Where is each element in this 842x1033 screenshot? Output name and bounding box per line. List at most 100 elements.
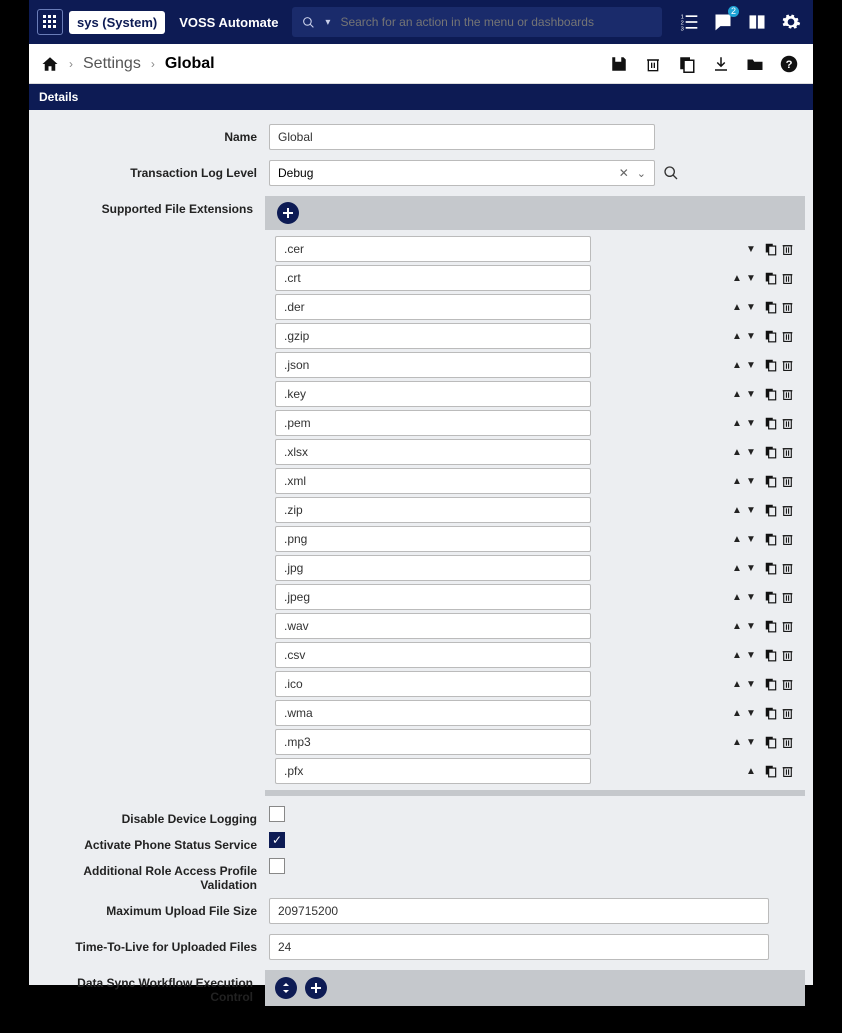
delete-icon[interactable]	[780, 677, 795, 692]
extension-input[interactable]	[275, 323, 591, 349]
copy-icon[interactable]	[763, 590, 778, 605]
move-up-icon[interactable]: ▲	[745, 766, 757, 777]
copy-icon[interactable]	[763, 532, 778, 547]
input-ttl[interactable]	[269, 934, 769, 960]
move-down-icon[interactable]: ▼	[745, 650, 757, 661]
move-up-icon[interactable]: ▲	[731, 389, 743, 400]
move-up-icon[interactable]: ▲	[731, 360, 743, 371]
delete-icon[interactable]	[780, 300, 795, 315]
delete-icon[interactable]	[780, 764, 795, 779]
delete-icon[interactable]	[780, 271, 795, 286]
copy-icon[interactable]	[763, 242, 778, 257]
move-up-icon[interactable]: ▲	[731, 679, 743, 690]
extension-input[interactable]	[275, 352, 591, 378]
add-sync-button[interactable]	[305, 977, 327, 999]
delete-icon[interactable]	[780, 387, 795, 402]
extension-input[interactable]	[275, 468, 591, 494]
app-grid-icon[interactable]	[37, 9, 63, 35]
select-log-level[interactable]: Debug ✕ ⌄	[269, 160, 655, 186]
input-name[interactable]	[269, 124, 655, 150]
copy-icon[interactable]	[763, 416, 778, 431]
delete-icon[interactable]	[641, 52, 665, 76]
save-icon[interactable]	[607, 52, 631, 76]
extension-input[interactable]	[275, 555, 591, 581]
move-up-icon[interactable]: ▲	[731, 534, 743, 545]
extension-input[interactable]	[275, 439, 591, 465]
copy-icon[interactable]	[763, 329, 778, 344]
extension-input[interactable]	[275, 671, 591, 697]
checkbox-role-validation[interactable]	[269, 858, 285, 874]
move-down-icon[interactable]: ▼	[745, 737, 757, 748]
move-up-icon[interactable]: ▲	[731, 505, 743, 516]
move-down-icon[interactable]: ▼	[745, 708, 757, 719]
breadcrumb-settings[interactable]: Settings	[83, 55, 141, 73]
move-down-icon[interactable]: ▼	[745, 534, 757, 545]
copy-icon[interactable]	[763, 648, 778, 663]
move-up-icon[interactable]: ▲	[731, 302, 743, 313]
extension-input[interactable]	[275, 584, 591, 610]
extension-input[interactable]	[275, 236, 591, 262]
move-down-icon[interactable]: ▼	[745, 331, 757, 342]
download-icon[interactable]	[709, 52, 733, 76]
extension-input[interactable]	[275, 700, 591, 726]
move-up-icon[interactable]: ▲	[731, 621, 743, 632]
extension-input[interactable]	[275, 381, 591, 407]
move-up-icon[interactable]: ▲	[731, 708, 743, 719]
move-down-icon[interactable]: ▼	[745, 302, 757, 313]
extension-input[interactable]	[275, 265, 591, 291]
delete-icon[interactable]	[780, 735, 795, 750]
move-down-icon[interactable]: ▼	[745, 447, 757, 458]
help-icon[interactable]: ?	[777, 52, 801, 76]
delete-icon[interactable]	[780, 358, 795, 373]
delete-icon[interactable]	[780, 706, 795, 721]
delete-icon[interactable]	[780, 445, 795, 460]
move-up-icon[interactable]: ▲	[731, 592, 743, 603]
delete-icon[interactable]	[780, 329, 795, 344]
move-down-icon[interactable]: ▼	[745, 273, 757, 284]
add-extension-button[interactable]	[277, 202, 299, 224]
copy-icon[interactable]	[763, 735, 778, 750]
move-up-icon[interactable]: ▲	[731, 331, 743, 342]
copy-icon[interactable]	[763, 387, 778, 402]
move-down-icon[interactable]: ▼	[745, 360, 757, 371]
extension-input[interactable]	[275, 758, 591, 784]
clear-icon[interactable]: ✕	[619, 166, 629, 180]
extension-input[interactable]	[275, 294, 591, 320]
numbered-list-icon[interactable]: 123	[675, 8, 703, 36]
move-down-icon[interactable]: ▼	[745, 476, 757, 487]
delete-icon[interactable]	[780, 561, 795, 576]
input-max-upload[interactable]	[269, 898, 769, 924]
delete-icon[interactable]	[780, 532, 795, 547]
copy-icon[interactable]	[763, 358, 778, 373]
delete-icon[interactable]	[780, 416, 795, 431]
folder-icon[interactable]	[743, 52, 767, 76]
book-icon[interactable]	[743, 8, 771, 36]
copy-icon[interactable]	[763, 764, 778, 779]
copy-icon[interactable]	[763, 706, 778, 721]
copy-icon[interactable]	[763, 271, 778, 286]
tenant-badge[interactable]: sys (System)	[69, 11, 165, 34]
copy-icon[interactable]	[675, 52, 699, 76]
chevron-down-icon[interactable]: ⌄	[637, 167, 646, 180]
move-up-icon[interactable]: ▲	[731, 418, 743, 429]
checkbox-activate-phone[interactable]: ✓	[269, 832, 285, 848]
checkbox-disable-logging[interactable]	[269, 806, 285, 822]
move-down-icon[interactable]: ▼	[745, 418, 757, 429]
move-down-icon[interactable]: ▼	[745, 679, 757, 690]
move-down-icon[interactable]: ▼	[745, 592, 757, 603]
delete-icon[interactable]	[780, 590, 795, 605]
search-input[interactable]	[340, 15, 652, 29]
copy-icon[interactable]	[763, 677, 778, 692]
delete-icon[interactable]	[780, 474, 795, 489]
move-up-icon[interactable]: ▲	[731, 737, 743, 748]
move-down-icon[interactable]: ▼	[745, 244, 757, 255]
move-down-icon[interactable]: ▼	[745, 389, 757, 400]
move-up-icon[interactable]: ▲	[731, 447, 743, 458]
move-down-icon[interactable]: ▼	[745, 505, 757, 516]
search-icon[interactable]	[663, 165, 679, 181]
move-down-icon[interactable]: ▼	[745, 563, 757, 574]
chat-icon[interactable]: 2	[709, 8, 737, 36]
extension-input[interactable]	[275, 613, 591, 639]
delete-icon[interactable]	[780, 503, 795, 518]
delete-icon[interactable]	[780, 648, 795, 663]
